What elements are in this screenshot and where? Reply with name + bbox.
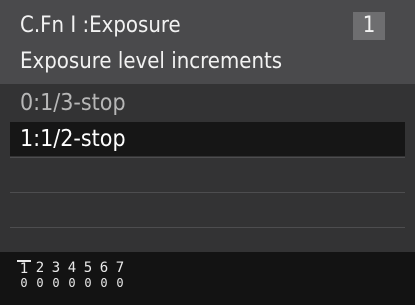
function-4-value: 0 xyxy=(68,276,76,290)
function-5-summary: 5 0 xyxy=(81,260,95,290)
option-1-3-stop[interactable]: 0:1/3-stop xyxy=(10,86,405,120)
function-1-value: 0 xyxy=(20,276,28,290)
function-7-summary: 7 0 xyxy=(113,260,127,290)
empty-row-divider xyxy=(10,192,405,193)
settings-summary-bar: 1 0 2 0 3 0 4 0 5 0 6 0 7 0 xyxy=(0,252,415,305)
function-5-value: 0 xyxy=(84,276,92,290)
custom-function-screen: C.Fn Ⅰ :Exposure 1 Exposure level increm… xyxy=(0,0,415,305)
function-4-number: 4 xyxy=(67,260,77,276)
function-1-summary: 1 0 xyxy=(17,260,31,290)
function-6-summary: 6 0 xyxy=(97,260,111,290)
function-3-summary: 3 0 xyxy=(49,260,63,290)
function-4-summary: 4 0 xyxy=(65,260,79,290)
function-1-number: 1 xyxy=(17,260,31,276)
function-7-number: 7 xyxy=(115,260,125,276)
menu-header: C.Fn Ⅰ :Exposure 1 Exposure level increm… xyxy=(0,0,415,84)
function-6-number: 6 xyxy=(99,260,109,276)
function-6-value: 0 xyxy=(100,276,108,290)
function-7-value: 0 xyxy=(116,276,124,290)
function-2-number: 2 xyxy=(35,260,45,276)
function-2-summary: 2 0 xyxy=(33,260,47,290)
page-number-badge: 1 xyxy=(353,12,385,40)
function-2-value: 0 xyxy=(36,276,44,290)
function-5-number: 5 xyxy=(83,260,93,276)
empty-row-divider xyxy=(10,227,405,228)
option-1-2-stop-selected[interactable]: 1:1/2-stop xyxy=(10,122,405,156)
function-name: Exposure level increments xyxy=(20,49,283,74)
empty-row-divider xyxy=(10,157,405,158)
function-3-value: 0 xyxy=(52,276,60,290)
category-title: C.Fn Ⅰ :Exposure xyxy=(20,13,181,38)
function-3-number: 3 xyxy=(51,260,61,276)
